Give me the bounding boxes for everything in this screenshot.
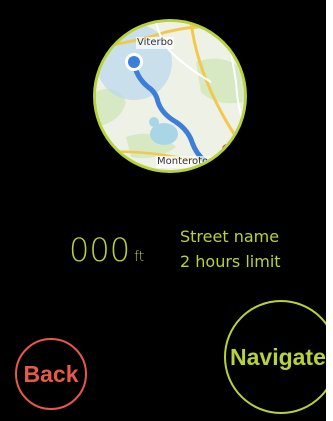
current-location-dot — [128, 56, 140, 68]
lake-small — [149, 117, 159, 127]
navigate-button[interactable]: Navigate — [224, 300, 326, 414]
distance-value: 000 — [69, 231, 131, 269]
parking-info: Street name 2 hours limit — [180, 224, 281, 274]
back-button[interactable]: Back — [15, 338, 87, 410]
map-town-label-top: Viterbo — [136, 37, 175, 49]
street-name: Street name — [180, 227, 280, 246]
distance-unit: ft — [134, 249, 145, 265]
distance-readout: 000 ft — [69, 231, 144, 269]
time-limit: 2 hours limit — [180, 252, 281, 271]
destination-pin — [222, 144, 232, 154]
route-map[interactable]: Viterbo Monterotondo — [93, 19, 247, 173]
watch-screen: Viterbo Monterotondo 000 ft Street name 2… — [0, 0, 326, 421]
map-town-label-bottom: Monterotondo — [156, 156, 229, 168]
